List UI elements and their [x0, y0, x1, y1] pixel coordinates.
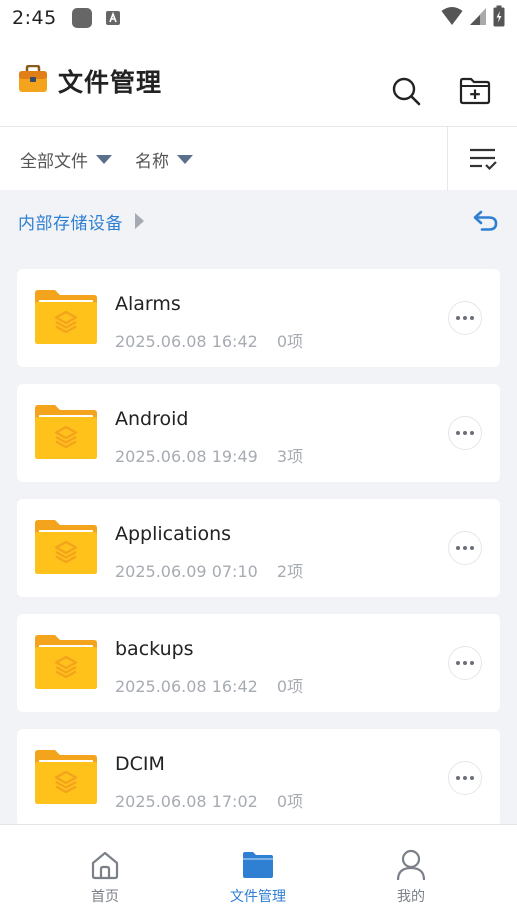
sort-by-dropdown[interactable]: 名称 — [135, 127, 193, 191]
breadcrumb-arrow-icon — [135, 213, 144, 229]
page-title: 文件管理 — [58, 68, 163, 97]
nav-item-file-manager[interactable]: 文件管理 — [198, 825, 318, 919]
file-item-count: 0项 — [276, 792, 304, 811]
file-date: 2025.06.08 16:42 — [115, 677, 258, 696]
search-button[interactable] — [389, 74, 423, 108]
folder-icon — [35, 290, 97, 344]
app-header: 文件管理 — [0, 36, 517, 126]
file-meta: 2025.06.08 16:42 0项 — [115, 328, 303, 352]
file-date: 2025.06.08 16:42 — [115, 332, 258, 351]
nav-label-home: 首页 — [91, 889, 119, 905]
more-options-button[interactable] — [448, 416, 482, 450]
new-folder-button[interactable] — [458, 74, 492, 108]
more-dots-icon — [456, 776, 460, 780]
folder-plus-icon — [459, 77, 491, 105]
file-meta: 2025.06.09 07:10 2项 — [115, 558, 303, 582]
file-name: backups — [115, 638, 194, 660]
file-item-count: 3项 — [276, 447, 304, 466]
file-list-item[interactable]: Applications 2025.06.09 07:10 2项 — [17, 499, 500, 597]
folder-icon — [243, 852, 273, 878]
filter-bar: 全部文件 名称 — [0, 126, 517, 191]
file-name: DCIM — [115, 753, 165, 775]
file-meta: 2025.06.08 19:49 3项 — [115, 443, 303, 467]
search-icon — [392, 77, 421, 106]
file-list-item[interactable]: Android 2025.06.08 19:49 3项 — [17, 384, 500, 482]
file-date: 2025.06.08 19:49 — [115, 447, 258, 466]
file-name: Alarms — [115, 293, 181, 315]
file-list-item[interactable]: Alarms 2025.06.08 16:42 0项 — [17, 269, 500, 367]
signal-icon — [469, 6, 487, 30]
file-item-count: 0项 — [276, 677, 304, 696]
file-item-count: 0项 — [276, 332, 304, 351]
breadcrumb-item-internal-storage[interactable]: 内部存储设备 — [18, 209, 123, 234]
toolbox-logo-icon — [18, 64, 48, 97]
file-meta: 2025.06.08 17:02 0项 — [115, 788, 303, 812]
sort-by-label: 名称 — [135, 151, 169, 172]
more-dots-icon — [456, 316, 460, 320]
file-date: 2025.06.08 17:02 — [115, 792, 258, 811]
more-options-button[interactable] — [448, 761, 482, 795]
folder-icon — [35, 520, 97, 574]
more-dots-icon — [456, 661, 460, 665]
bottom-nav: 首页 文件管理 我的 — [0, 824, 517, 919]
breadcrumb: 内部存储设备 — [0, 190, 517, 252]
nav-label-file-manager: 文件管理 — [230, 889, 286, 905]
file-name: Android — [115, 408, 189, 430]
scope-filter-dropdown[interactable]: 全部文件 — [20, 127, 112, 191]
folder-icon — [35, 635, 97, 689]
keyboard-notification-icon — [105, 10, 121, 26]
nav-item-home[interactable]: 首页 — [45, 825, 165, 919]
nav-label-profile: 我的 — [397, 889, 425, 905]
file-list-item[interactable]: DCIM 2025.06.08 17:02 0项 — [17, 729, 500, 827]
sort-order-button[interactable] — [448, 127, 517, 191]
nav-item-profile[interactable]: 我的 — [351, 825, 471, 919]
battery-icon — [493, 5, 505, 31]
file-date: 2025.06.09 07:10 — [115, 562, 258, 581]
more-options-button[interactable] — [448, 646, 482, 680]
file-meta: 2025.06.08 16:42 0项 — [115, 673, 303, 697]
status-time: 2:45 — [12, 7, 57, 29]
more-dots-icon — [456, 546, 460, 550]
back-button[interactable] — [471, 208, 501, 234]
file-list: Alarms 2025.06.08 16:42 0项 Android 2025.… — [17, 269, 500, 844]
more-options-button[interactable] — [448, 531, 482, 565]
wifi-icon — [441, 6, 463, 30]
file-item-count: 2项 — [276, 562, 304, 581]
undo-arrow-icon — [473, 210, 498, 231]
scope-filter-label: 全部文件 — [20, 151, 88, 172]
file-name: Applications — [115, 523, 232, 545]
more-options-button[interactable] — [448, 301, 482, 335]
sort-list-icon — [469, 148, 497, 171]
caret-down-icon — [177, 154, 193, 164]
home-icon — [91, 851, 119, 880]
app-notification-icon — [71, 7, 93, 29]
person-icon — [396, 849, 426, 881]
file-list-item[interactable]: backups 2025.06.08 16:42 0项 — [17, 614, 500, 712]
caret-down-icon — [96, 154, 112, 164]
folder-icon — [35, 405, 97, 459]
folder-icon — [35, 750, 97, 804]
status-bar: 2:45 — [0, 0, 517, 36]
more-dots-icon — [456, 431, 460, 435]
